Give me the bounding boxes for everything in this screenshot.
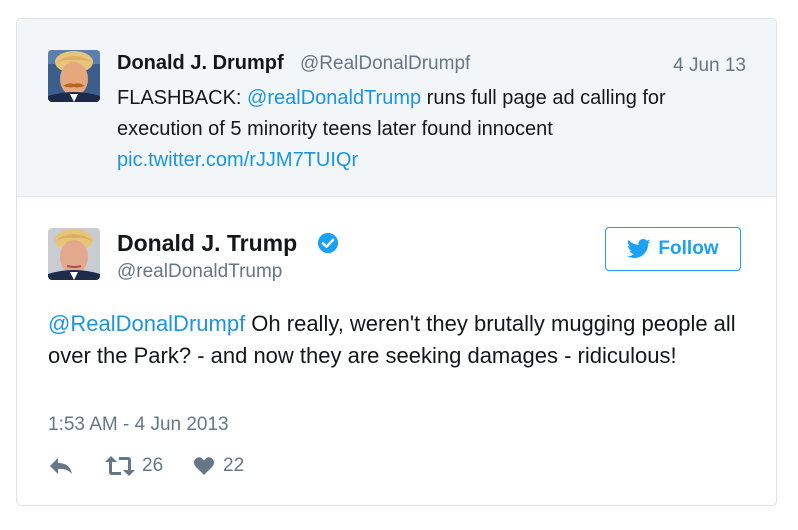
- follow-label: Follow: [658, 238, 719, 259]
- quoted-text-prefix: FLASHBACK:: [117, 87, 248, 109]
- quoted-author-name[interactable]: Donald J. Drumpf: [117, 52, 284, 75]
- author-handle[interactable]: @realDonaldTrump: [117, 261, 282, 283]
- retweet-count: 26: [142, 455, 164, 476]
- quoted-tweet-date[interactable]: 4 Jun 13: [673, 55, 746, 77]
- quoted-tweet[interactable]: Donald J. Drumpf @RealDonalDrumpf 4 Jun …: [17, 19, 776, 197]
- reply-button[interactable]: [48, 455, 74, 477]
- verified-badge-icon: [317, 232, 339, 254]
- quoted-tweet-text: FLASHBACK: @realDonaldTrump runs full pa…: [117, 83, 737, 176]
- retweet-icon: [105, 456, 135, 476]
- quoted-author-handle[interactable]: @RealDonalDrumpf: [300, 53, 470, 75]
- like-count: 22: [223, 455, 245, 476]
- tweet-timestamp[interactable]: 1:53 AM - 4 Jun 2013: [48, 414, 229, 436]
- author-name[interactable]: Donald J. Trump: [117, 230, 297, 257]
- retweet-button[interactable]: 26: [104, 455, 163, 477]
- mention-link[interactable]: @RealDonalDrumpf: [48, 311, 245, 336]
- tweet-embed-card: Donald J. Drumpf @RealDonalDrumpf 4 Jun …: [16, 18, 777, 506]
- heart-icon: [193, 457, 215, 475]
- follow-button[interactable]: Follow: [605, 227, 741, 271]
- twitter-bird-icon: [627, 239, 652, 258]
- drumpf-avatar[interactable]: [48, 50, 100, 102]
- quoted-mention-link[interactable]: @realDonaldTrump: [247, 87, 421, 109]
- quoted-pic-link[interactable]: pic.twitter.com/rJJM7TUIQr: [117, 149, 358, 171]
- reply-icon: [50, 458, 72, 474]
- like-button[interactable]: 22: [193, 455, 244, 477]
- tweet-text: @RealDonalDrumpf Oh really, weren't they…: [48, 308, 758, 372]
- trump-avatar[interactable]: [48, 228, 100, 280]
